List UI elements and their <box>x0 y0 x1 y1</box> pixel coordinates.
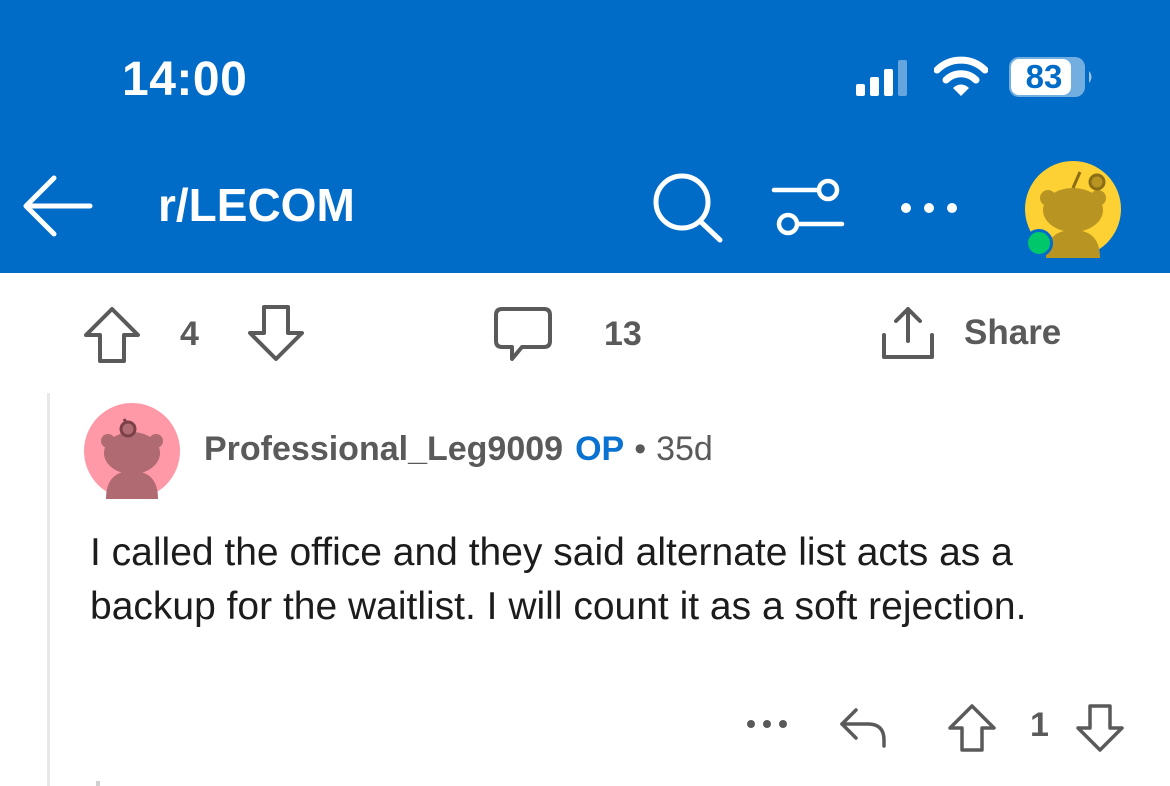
subreddit-title[interactable]: r/LECOM <box>158 178 355 232</box>
comments-count[interactable]: 13 <box>604 315 642 354</box>
wifi-icon <box>934 56 988 96</box>
downvote-icon[interactable] <box>244 301 308 365</box>
search-icon[interactable] <box>648 170 728 246</box>
back-arrow-icon[interactable] <box>18 166 98 246</box>
filter-icon[interactable] <box>768 174 848 240</box>
comment-more-icon[interactable] <box>742 704 792 744</box>
nested-thread-marker <box>96 781 100 786</box>
thread-line[interactable] <box>47 393 50 786</box>
share-icon[interactable] <box>876 301 940 365</box>
comment-downvote-icon[interactable] <box>1072 700 1128 756</box>
app-header: 14:00 83 r/LECOM <box>0 0 1170 273</box>
comment-icon[interactable] <box>492 303 554 365</box>
comment-upvote-icon[interactable] <box>944 700 1000 756</box>
upvote-icon[interactable] <box>80 303 144 367</box>
op-badge: OP <box>575 430 625 468</box>
comment-body: I called the office and they said altern… <box>90 531 1027 628</box>
share-button[interactable]: Share <box>964 313 1061 353</box>
more-icon[interactable] <box>894 186 964 230</box>
meta-separator: • <box>634 430 647 468</box>
comment-author[interactable]: Professional_Leg9009 <box>204 430 563 468</box>
battery-level: 83 <box>1025 58 1063 95</box>
online-status-dot <box>1025 229 1053 257</box>
comment-score: 1 <box>1030 706 1049 744</box>
post-action-bar: 4 13 Share <box>0 273 1170 393</box>
cellular-signal-icon <box>856 60 907 96</box>
commenter-avatar[interactable] <box>84 403 180 499</box>
status-time: 14:00 <box>122 53 248 106</box>
reply-icon[interactable] <box>836 700 892 752</box>
comment-meta: Professional_Leg9009 OP • 35d <box>204 430 713 469</box>
comment-age: 35d <box>656 430 713 468</box>
post-score: 4 <box>180 315 199 353</box>
